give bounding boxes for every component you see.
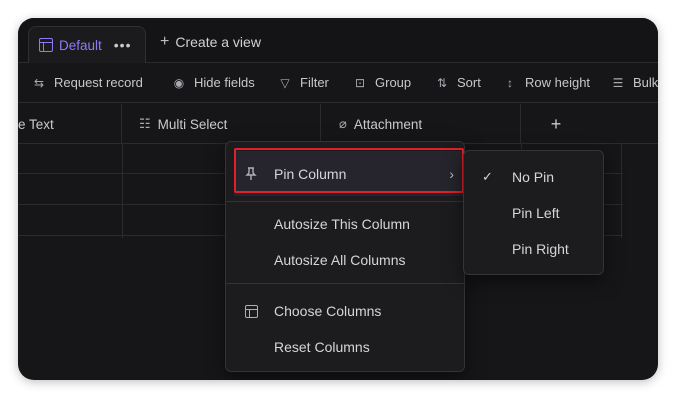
column-divider bbox=[621, 144, 622, 238]
reset-columns-label: Reset Columns bbox=[274, 339, 370, 355]
group-icon: ⊡ bbox=[354, 75, 366, 90]
pin-left-option[interactable]: Pin Left bbox=[464, 195, 603, 231]
toolbar: ⇆ Request record ◉ Hide fields ▽ Filter … bbox=[18, 63, 658, 103]
filter-icon: ▽ bbox=[280, 75, 290, 90]
group-label: Group bbox=[375, 75, 412, 90]
autosize-this-column-menu-item[interactable]: Autosize This Column bbox=[226, 206, 464, 242]
menu-divider bbox=[226, 283, 464, 284]
view-tab-label: Default bbox=[59, 37, 102, 53]
autosize-this-column-label: Autosize This Column bbox=[274, 216, 410, 232]
column-header-label: Attachment bbox=[353, 116, 423, 132]
hide-fields-button[interactable]: ◉ Hide fields bbox=[172, 75, 255, 90]
sort-label: Sort bbox=[457, 75, 481, 90]
add-column-icon: + bbox=[550, 113, 562, 134]
column-header-row: e Text ☷ Multi Select ⌀ Attachment + bbox=[18, 104, 658, 144]
pin-submenu: ✓ No Pin Pin Left Pin Right bbox=[463, 150, 604, 275]
add-column-button[interactable]: + bbox=[521, 104, 591, 144]
view-bar: Default ••• + Create a view bbox=[18, 18, 658, 63]
pin-column-highlight bbox=[234, 148, 464, 193]
create-view-label: Create a view bbox=[175, 34, 261, 50]
row-height-icon: ↕ bbox=[507, 75, 513, 90]
create-view-button[interactable]: + Create a view bbox=[160, 33, 261, 51]
choose-columns-menu-item[interactable]: Choose Columns bbox=[226, 293, 464, 329]
multi-select-icon: ☷ bbox=[139, 116, 151, 131]
sort-icon: ⇅ bbox=[436, 75, 448, 90]
table-icon bbox=[245, 304, 258, 318]
sort-button[interactable]: ⇅ Sort bbox=[435, 75, 481, 90]
no-pin-option[interactable]: ✓ No Pin bbox=[464, 159, 603, 195]
pin-right-label: Pin Right bbox=[512, 241, 569, 257]
row-height-label: Row height bbox=[525, 75, 591, 90]
column-divider bbox=[122, 144, 123, 238]
column-header-text[interactable]: e Text bbox=[18, 104, 122, 144]
grid-window: Default ••• + Create a view ⇆ Request re… bbox=[18, 18, 658, 380]
bulk-icon: ☰ bbox=[612, 75, 624, 90]
grid-view-icon bbox=[39, 38, 53, 52]
pin-left-label: Pin Left bbox=[512, 205, 560, 221]
column-header-label: e Text bbox=[18, 116, 54, 132]
swap-arrows-icon: ⇆ bbox=[33, 75, 45, 90]
bulk-button[interactable]: ☰ Bulk bbox=[611, 75, 658, 90]
hide-fields-label: Hide fields bbox=[194, 75, 255, 90]
autosize-all-columns-label: Autosize All Columns bbox=[274, 252, 406, 268]
request-record-label: Request record bbox=[54, 75, 143, 90]
column-header-multi-select[interactable]: ☷ Multi Select bbox=[122, 104, 321, 144]
group-button[interactable]: ⊡ Group bbox=[353, 75, 411, 90]
more-options-icon[interactable]: ••• bbox=[114, 37, 132, 53]
filter-button[interactable]: ▽ Filter bbox=[278, 75, 329, 90]
view-tab-default[interactable]: Default ••• bbox=[28, 26, 146, 63]
request-record-button[interactable]: ⇆ Request record bbox=[32, 75, 143, 90]
eye-icon: ◉ bbox=[173, 75, 185, 90]
choose-columns-label: Choose Columns bbox=[274, 303, 382, 319]
column-context-menu: Pin Column › Autosize This Column Autosi… bbox=[225, 141, 465, 372]
autosize-all-columns-menu-item[interactable]: Autosize All Columns bbox=[226, 242, 464, 278]
paperclip-icon: ⌀ bbox=[339, 116, 347, 131]
check-icon: ✓ bbox=[482, 169, 493, 184]
row-height-button[interactable]: ↕ Row height bbox=[503, 75, 590, 90]
pin-right-option[interactable]: Pin Right bbox=[464, 231, 603, 267]
menu-divider bbox=[226, 201, 464, 202]
reset-columns-menu-item[interactable]: Reset Columns bbox=[226, 329, 464, 365]
filter-label: Filter bbox=[300, 75, 329, 90]
column-header-label: Multi Select bbox=[157, 116, 228, 132]
plus-icon: + bbox=[160, 33, 170, 50]
column-header-attachment[interactable]: ⌀ Attachment bbox=[321, 104, 521, 144]
no-pin-label: No Pin bbox=[512, 169, 555, 185]
bulk-label: Bulk bbox=[633, 75, 658, 90]
